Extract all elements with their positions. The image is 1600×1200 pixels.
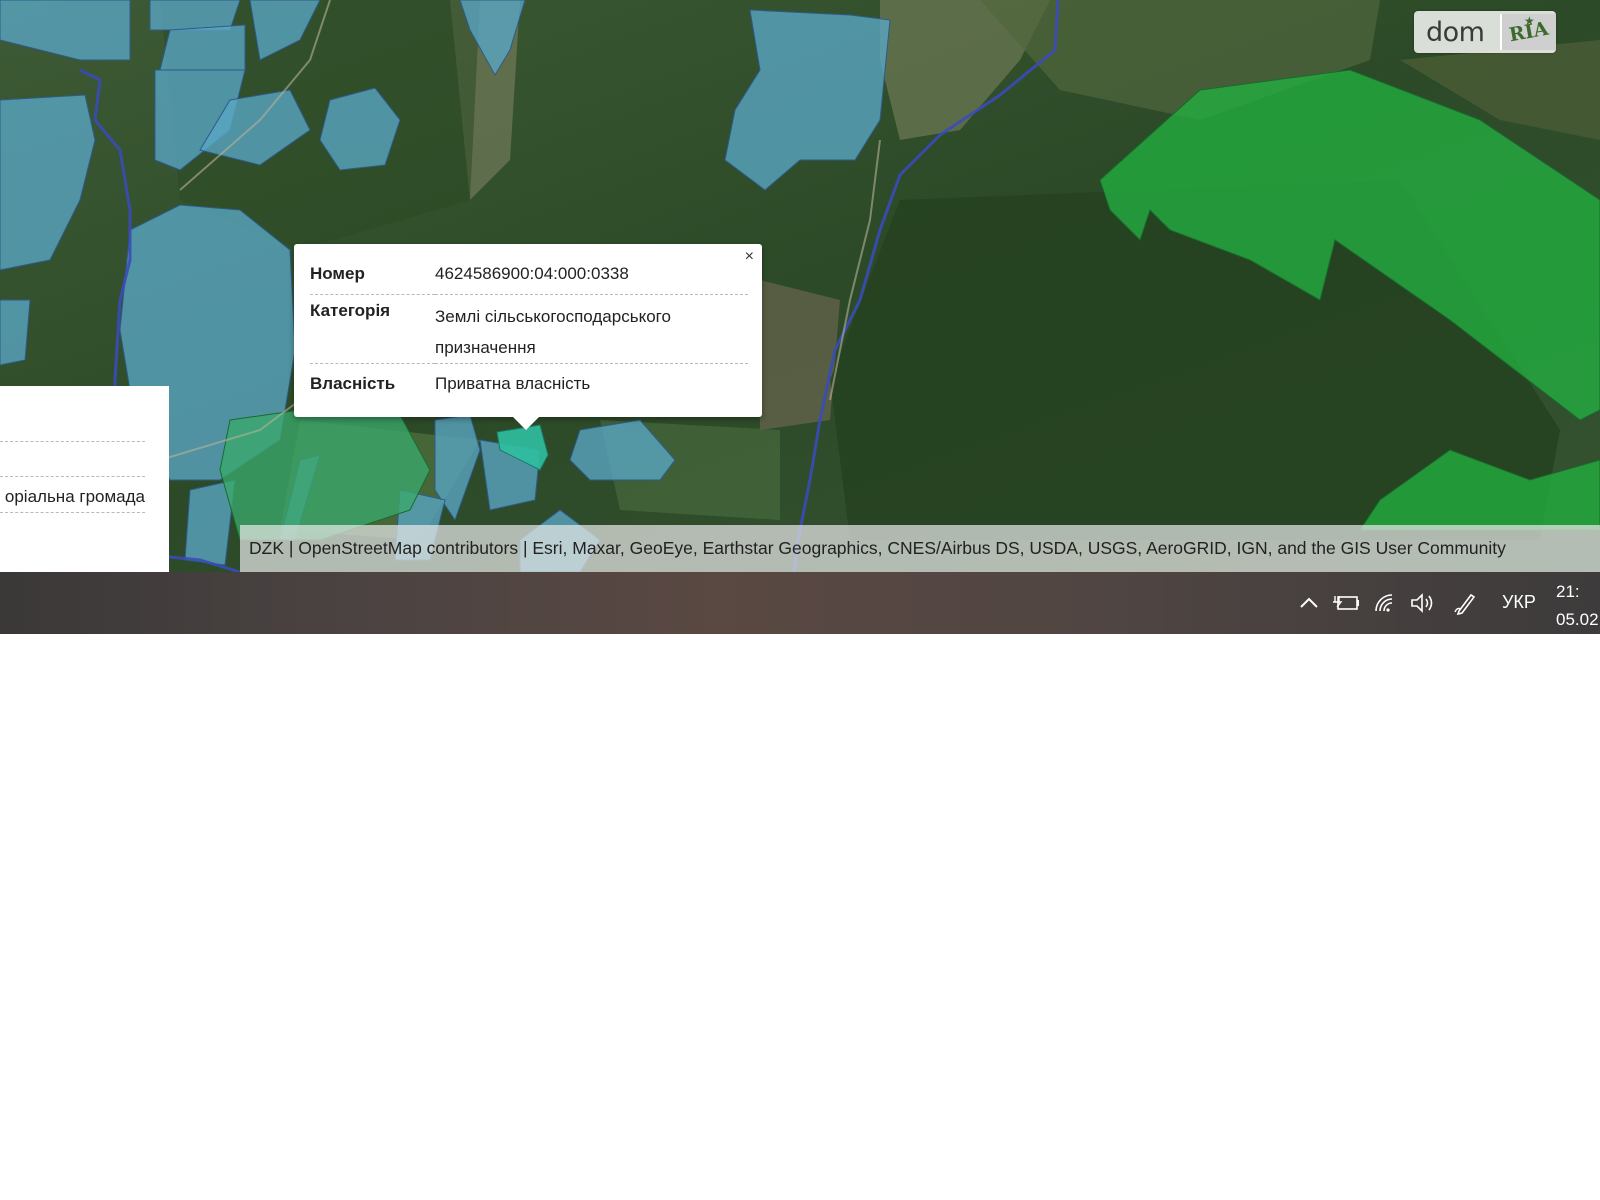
- category-label: Категорія: [310, 294, 435, 364]
- system-clock[interactable]: 21: 05.02: [1556, 578, 1599, 634]
- battery-charging-icon[interactable]: [1332, 590, 1362, 616]
- speaker-icon[interactable]: [1408, 590, 1438, 616]
- pen-icon[interactable]: [1452, 590, 1480, 616]
- ownership-value: Приватна власність: [435, 373, 591, 393]
- panel-divider: [0, 441, 145, 442]
- logo-text-ria: RIA: [1507, 17, 1551, 47]
- info-panel-partial: оріальна громада: [0, 386, 169, 572]
- clock-date: 05.02: [1556, 610, 1599, 629]
- wifi-icon[interactable]: [1372, 590, 1400, 616]
- table-row: Номер 4624586900:04:000:0338: [310, 260, 748, 295]
- language-indicator[interactable]: УКР: [1502, 592, 1536, 613]
- map-attribution: DZK | OpenStreetMap contributors | Esri,…: [240, 525, 1600, 572]
- satellite-imagery: [0, 0, 1600, 572]
- ownership-label: Власність: [310, 373, 396, 393]
- panel-value: оріальна громада: [4, 487, 145, 506]
- chevron-up-icon[interactable]: [1296, 590, 1322, 616]
- parcel-info-table: Номер 4624586900:04:000:0338 Категорія З…: [310, 260, 748, 399]
- domria-logo: dom ★ RIA: [1414, 11, 1556, 53]
- logo-badge: ★ RIA: [1500, 14, 1556, 50]
- panel-divider: [0, 512, 145, 513]
- parcel-number-value: 4624586900:04:000:0338: [435, 260, 748, 295]
- map-view[interactable]: dom ★ RIA оріальна громада × Номер 46245…: [0, 0, 1600, 572]
- parcel-popup: × Номер 4624586900:04:000:0338 Категорія…: [294, 244, 762, 430]
- table-row: Власність Приватна власність: [310, 363, 748, 399]
- parcel-number-label: Номер: [310, 260, 435, 295]
- category-value: Землі сільськогосподарського призначення: [435, 294, 748, 364]
- table-row: Категорія Землі сільськогосподарського п…: [310, 294, 748, 364]
- panel-divider: [0, 476, 145, 477]
- logo-text-dom: dom: [1426, 16, 1485, 48]
- windows-taskbar: УКР 21: 05.02: [0, 572, 1600, 634]
- clock-time: 21:: [1556, 582, 1580, 601]
- popup-pointer: [512, 416, 540, 430]
